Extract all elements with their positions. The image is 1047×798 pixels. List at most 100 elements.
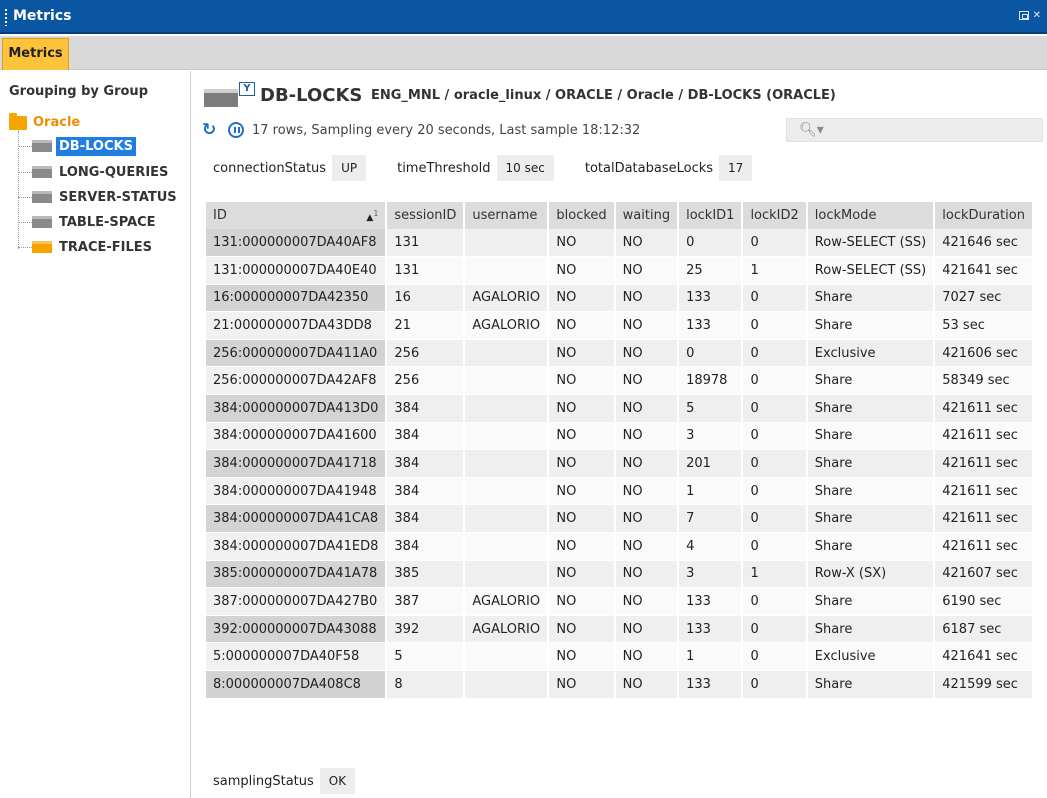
restore-icon[interactable]	[1019, 11, 1029, 20]
table-cell: 21	[386, 312, 464, 340]
table-cell: 131:000000007DA40AF8	[206, 229, 386, 257]
tree-item-table-space[interactable]: TABLE-SPACE	[18, 211, 159, 233]
tree-root-oracle[interactable]: Oracle	[9, 115, 80, 130]
search-input[interactable]: 🔍︎▾	[786, 118, 1043, 142]
table-cell: 0	[742, 312, 806, 340]
table-cell: 133	[678, 588, 742, 616]
column-header-id[interactable]: ID ▲1	[206, 202, 386, 229]
column-header-sessionid[interactable]: sessionID	[386, 202, 464, 229]
metric-detail-pane: Y DB-LOCKS ENG_MNL / oracle_linux / ORAC…	[192, 71, 1047, 798]
table-cell	[464, 643, 548, 671]
table-cell: NO	[615, 312, 678, 340]
table-row[interactable]: 384:000000007DA41718384NONO2010Share4216…	[206, 450, 1033, 478]
tree-item-server-status[interactable]: SERVER-STATUS	[18, 186, 180, 208]
drag-grip-icon[interactable]	[4, 8, 8, 26]
table-cell: NO	[548, 643, 614, 671]
table-cell: 384	[386, 505, 464, 533]
table-cell: 0	[742, 229, 806, 257]
table-cell	[464, 395, 548, 423]
tree-item-long-queries[interactable]: LONG-QUERIES	[18, 161, 171, 183]
table-cell: 133	[678, 671, 742, 699]
window-controls: ✕	[1019, 10, 1041, 22]
summary-value: 10 sec	[497, 155, 554, 181]
table-row[interactable]: 21:000000007DA43DD821AGALORIONONO1330Sha…	[206, 312, 1033, 340]
sampling-status-row: ↻ 17 rows, Sampling every 20 seconds, La…	[202, 120, 640, 140]
table-cell: 387	[386, 588, 464, 616]
table-cell: NO	[615, 229, 678, 257]
column-header-blocked[interactable]: blocked	[548, 202, 614, 229]
table-cell: NO	[548, 312, 614, 340]
table-cell: 0	[742, 671, 806, 699]
folder-icon	[32, 241, 52, 253]
table-row[interactable]: 256:000000007DA411A0256NONO00Exclusive42…	[206, 339, 1033, 367]
table-cell: 25	[678, 257, 742, 285]
metric-icon	[32, 216, 52, 228]
column-header-lockid2[interactable]: lockID2	[742, 202, 806, 229]
table-row[interactable]: 384:000000007DA41ED8384NONO40Share421611…	[206, 533, 1033, 561]
refresh-icon[interactable]: ↻	[202, 120, 220, 140]
summary-key: timeThreshold	[386, 161, 496, 176]
grouping-header: Grouping by Group	[9, 84, 148, 99]
table-row[interactable]: 131:000000007DA40AF8131NONO00Row-SELECT …	[206, 229, 1033, 257]
table-cell: 8:000000007DA408C8	[206, 671, 386, 699]
table-cell: 421599 sec	[934, 671, 1033, 699]
table-row[interactable]: 131:000000007DA40E40131NONO251Row-SELECT…	[206, 257, 1033, 285]
tab-metrics[interactable]: Metrics	[2, 38, 69, 70]
table-row[interactable]: 392:000000007DA43088392AGALORIONONO1330S…	[206, 615, 1033, 643]
summary-value: UP	[332, 155, 366, 181]
table-cell: 5	[386, 643, 464, 671]
monitor-icon	[204, 89, 238, 107]
table-cell: NO	[615, 284, 678, 312]
metric-title: DB-LOCKS	[260, 85, 362, 106]
table-cell: 3	[678, 560, 742, 588]
summary-value: 17	[719, 155, 752, 181]
tree-item-trace-files[interactable]: TRACE-FILES	[18, 236, 155, 258]
table-row[interactable]: 256:000000007DA42AF8256NONO189780Share58…	[206, 367, 1033, 395]
table-cell: Share	[807, 477, 934, 505]
pause-icon[interactable]	[228, 122, 244, 138]
table-cell: NO	[548, 671, 614, 699]
table-cell: Row-X (SX)	[807, 560, 934, 588]
table-cell: 421606 sec	[934, 339, 1033, 367]
table-cell: NO	[615, 367, 678, 395]
table-cell	[464, 367, 548, 395]
table-row[interactable]: 387:000000007DA427B0387AGALORIONONO1330S…	[206, 588, 1033, 616]
table-row[interactable]: 384:000000007DA41CA8384NONO70Share421611…	[206, 505, 1033, 533]
table-cell	[464, 450, 548, 478]
table-cell: 421611 sec	[934, 505, 1033, 533]
table-cell: 1	[678, 643, 742, 671]
table-cell: AGALORIO	[464, 312, 548, 340]
tree-item-label: TABLE-SPACE	[56, 213, 159, 232]
table-cell: 387:000000007DA427B0	[206, 588, 386, 616]
table-cell: 1	[742, 257, 806, 285]
table-cell: AGALORIO	[464, 615, 548, 643]
table-row[interactable]: 384:000000007DA41948384NONO10Share421611…	[206, 477, 1033, 505]
column-header-lockduration[interactable]: lockDuration	[934, 202, 1033, 229]
table-cell: 0	[742, 450, 806, 478]
table-cell: 0	[742, 477, 806, 505]
table-cell: NO	[548, 229, 614, 257]
table-row[interactable]: 16:000000007DA4235016AGALORIONONO1330Sha…	[206, 284, 1033, 312]
filter-icon[interactable]: Y	[239, 82, 255, 96]
column-header-waiting[interactable]: waiting	[615, 202, 678, 229]
tree-item-db-locks[interactable]: DB-LOCKS	[18, 135, 136, 157]
table-row[interactable]: 384:000000007DA413D0384NONO50Share421611…	[206, 395, 1033, 423]
column-header-username[interactable]: username	[464, 202, 548, 229]
table-cell: 0	[742, 505, 806, 533]
column-header-lockid1[interactable]: lockID1	[678, 202, 742, 229]
table-cell	[464, 533, 548, 561]
table-row[interactable]: 384:000000007DA41600384NONO30Share421611…	[206, 422, 1033, 450]
table-cell: Row-SELECT (SS)	[807, 229, 934, 257]
table-cell: 384:000000007DA413D0	[206, 395, 386, 423]
close-icon[interactable]: ✕	[1033, 10, 1041, 22]
table-cell: 8	[386, 671, 464, 699]
metric-icon	[32, 191, 52, 203]
table-cell: NO	[548, 339, 614, 367]
table-row[interactable]: 385:000000007DA41A78385NONO31Row-X (SX)4…	[206, 560, 1033, 588]
table-cell: 3	[678, 422, 742, 450]
table-row[interactable]: 8:000000007DA408C88NONO1330Share421599 s…	[206, 671, 1033, 699]
column-header-lockmode[interactable]: lockMode	[807, 202, 934, 229]
table-cell: NO	[548, 450, 614, 478]
footer-value: OK	[320, 768, 355, 794]
table-row[interactable]: 5:000000007DA40F585NONO10Exclusive421641…	[206, 643, 1033, 671]
